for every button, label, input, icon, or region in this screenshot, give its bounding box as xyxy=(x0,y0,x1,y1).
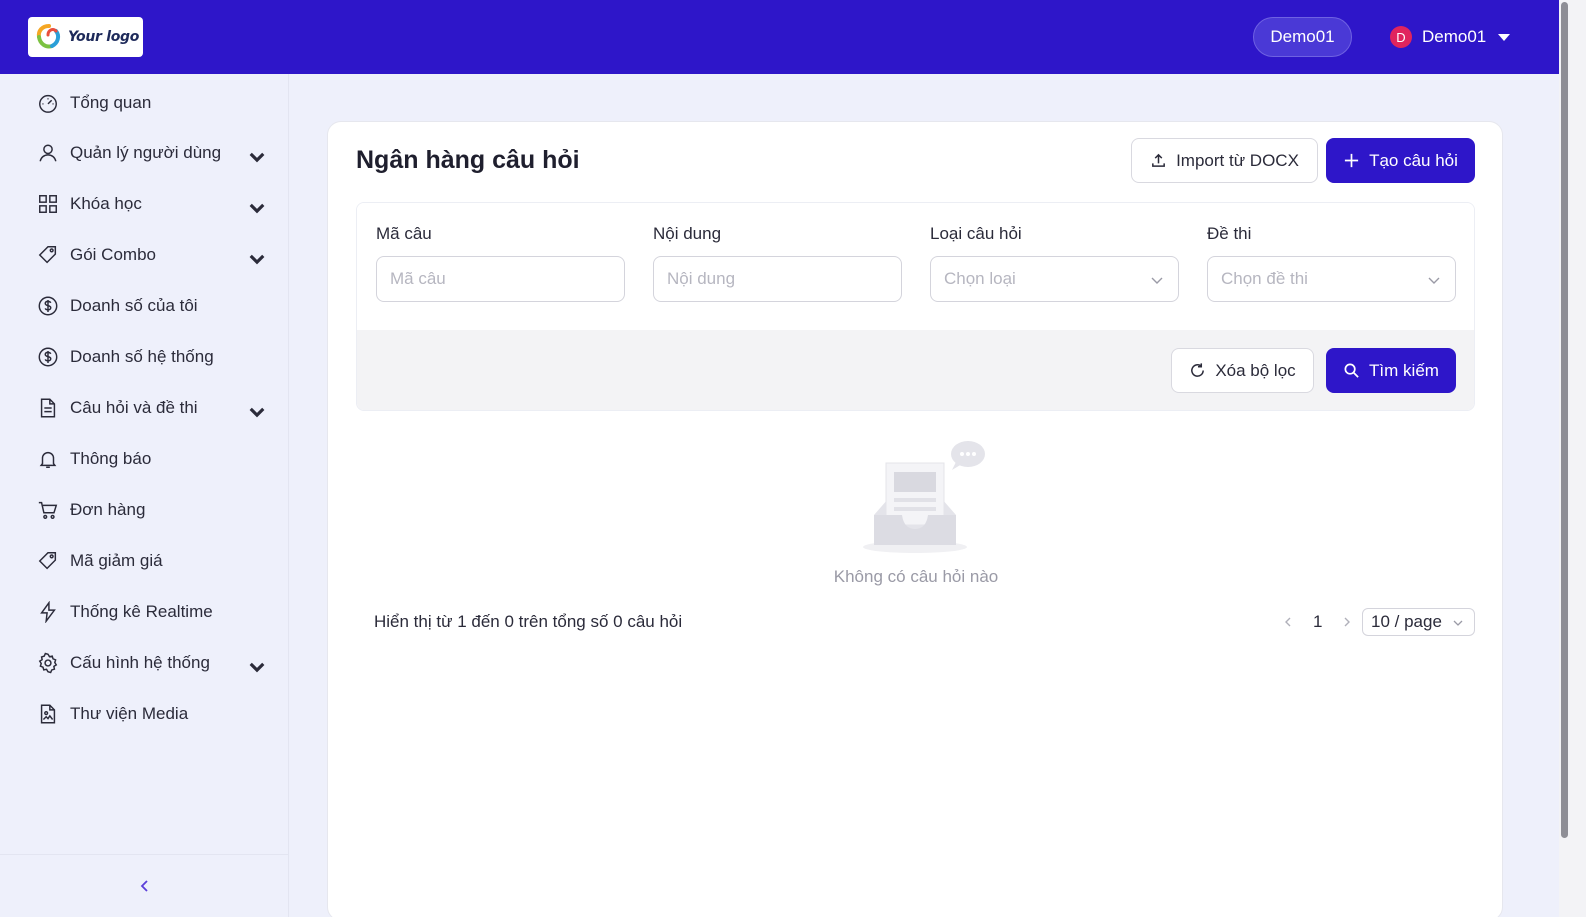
sidebar-item-khoa-hoc[interactable]: Khóa học xyxy=(0,184,289,224)
chevron-down-icon xyxy=(1151,277,1163,284)
question-type-select[interactable]: Chọn loại xyxy=(930,256,1179,302)
refresh-icon xyxy=(1191,363,1205,377)
sidebar-item-cau-hoi-va-de-thi[interactable]: Câu hỏi và đề thi xyxy=(0,388,289,428)
chevron-down-icon xyxy=(1453,620,1463,626)
pagination: 1 xyxy=(1281,608,1354,636)
dollar-icon xyxy=(38,296,58,316)
logo[interactable]: Your logo xyxy=(28,17,143,57)
user-menu[interactable]: D Demo01 xyxy=(1390,24,1511,50)
filter-panel: Mã câu Mã câu Nội dung Nội dung Loại câu… xyxy=(356,202,1475,411)
sidebar-item-tong-quan[interactable]: Tổng quan xyxy=(0,83,289,123)
sidebar-item-label: Thống kê Realtime xyxy=(70,602,213,621)
question-bank-card: Ngân hàng câu hỏi Import từ DOCX Tạo câu… xyxy=(327,121,1503,917)
page-title: Ngân hàng câu hỏi xyxy=(356,146,580,174)
sidebar-item-don-hang[interactable]: Đơn hàng xyxy=(0,490,289,530)
sidebar-item-label: Mã giảm giá xyxy=(70,551,163,570)
search-label: Tìm kiếm xyxy=(1369,360,1439,380)
avatar: D xyxy=(1390,26,1412,48)
sidebar-item-doanh-so-cua-toi[interactable]: Doanh số của tôi xyxy=(0,286,289,326)
exam-label: Đề thi xyxy=(1207,224,1252,243)
sidebar-item-cau-hinh-he-thong[interactable]: Cấu hình hệ thống xyxy=(0,643,289,683)
sidebar-item-label: Doanh số của tôi xyxy=(70,296,198,315)
image-file-icon xyxy=(40,704,56,724)
sidebar-item-label: Gói Combo xyxy=(70,245,156,264)
scrollbar[interactable] xyxy=(1559,0,1586,917)
page-size-select[interactable]: 10 / page xyxy=(1362,608,1475,636)
dollar-icon xyxy=(38,347,58,367)
sidebar-item-label: Doanh số hệ thống xyxy=(70,347,214,366)
user-icon xyxy=(39,144,57,162)
chevron-down-icon xyxy=(1428,277,1440,284)
gear-icon xyxy=(38,652,58,674)
create-question-button[interactable]: Tạo câu hỏi xyxy=(1326,138,1475,183)
header-pill-button[interactable]: Demo01 xyxy=(1253,17,1352,57)
code-placeholder: Mã câu xyxy=(390,269,446,288)
sidebar-item-doanh-so-he-thong[interactable]: Doanh số hệ thống xyxy=(0,337,289,377)
next-page-icon[interactable] xyxy=(1340,615,1354,629)
document-icon xyxy=(40,398,56,418)
sidebar-item-label: Đơn hàng xyxy=(70,500,146,519)
grid-icon xyxy=(39,195,57,213)
sidebar-item-label: Câu hỏi và đề thi xyxy=(70,398,198,417)
filter-actions: Xóa bộ lọc Tìm kiếm xyxy=(357,330,1474,410)
top-header: Your logo Demo01 D Demo01 xyxy=(0,0,1559,74)
sidebar-item-thu-vien-media[interactable]: Thư viện Media xyxy=(0,694,289,734)
content-label: Nội dung xyxy=(653,224,722,243)
question-type-label: Loại câu hỏi xyxy=(930,224,1022,243)
sidebar-item-label: Khóa học xyxy=(70,194,142,213)
dashboard-icon xyxy=(39,94,57,113)
logo-text: Your logo xyxy=(68,29,140,45)
sidebar-item-label: Thư viện Media xyxy=(70,704,189,723)
logo-swirl-icon xyxy=(36,24,61,49)
exam-placeholder: Chọn đề thi xyxy=(1221,269,1308,288)
plus-icon xyxy=(1344,153,1359,168)
question-type-placeholder: Chọn loại xyxy=(944,269,1016,288)
cart-icon xyxy=(38,501,58,519)
sidebar-item-thong-bao[interactable]: Thông báo xyxy=(0,439,289,479)
sidebar-item-label: Thông báo xyxy=(70,449,152,468)
create-question-label: Tạo câu hỏi xyxy=(1369,150,1458,170)
code-label: Mã câu xyxy=(376,224,432,243)
user-name: Demo01 xyxy=(1422,27,1487,46)
prev-page-icon[interactable] xyxy=(1281,615,1295,629)
upload-icon xyxy=(1152,153,1166,167)
search-icon xyxy=(1344,363,1359,378)
empty-message: Không có câu hỏi nào xyxy=(833,567,999,586)
sidebar-item-label: Cấu hình hệ thống xyxy=(70,653,210,672)
sidebar-item-thong-ke-realtime[interactable]: Thống kê Realtime xyxy=(0,592,289,632)
chevron-left-icon xyxy=(140,880,148,892)
lightning-icon xyxy=(40,601,56,623)
import-docx-label: Import từ DOCX xyxy=(1176,150,1299,170)
sidebar: Tổng quan Quản lý người dùng Khóa học Gó… xyxy=(0,74,289,917)
chevron-down-icon xyxy=(249,203,265,214)
sidebar-item-goi-combo[interactable]: Gói Combo xyxy=(0,235,289,275)
page-size-value: 10 / page xyxy=(1371,612,1442,631)
chevron-down-icon xyxy=(249,152,265,163)
bell-icon xyxy=(39,451,57,468)
content-input[interactable]: Nội dung xyxy=(653,256,902,302)
clear-filter-label: Xóa bộ lọc xyxy=(1215,360,1296,380)
search-button[interactable]: Tìm kiếm xyxy=(1326,348,1456,393)
chevron-down-icon xyxy=(249,407,265,418)
current-page[interactable]: 1 xyxy=(1313,612,1322,632)
sidebar-item-ma-giam-gia[interactable]: Mã giảm giá xyxy=(0,541,289,581)
chevron-down-icon xyxy=(249,254,265,265)
chevron-down-icon xyxy=(249,662,265,673)
sidebar-collapse-button[interactable] xyxy=(0,854,289,917)
sidebar-item-quan-ly-nguoi-dung[interactable]: Quản lý người dùng xyxy=(0,133,289,173)
exam-select[interactable]: Chọn đề thi xyxy=(1207,256,1456,302)
import-docx-button[interactable]: Import từ DOCX xyxy=(1131,138,1318,183)
scrollbar-thumb[interactable] xyxy=(1561,2,1568,838)
sidebar-item-label: Quản lý người dùng xyxy=(70,143,222,162)
tag-icon xyxy=(38,246,57,264)
clear-filter-button[interactable]: Xóa bộ lọc xyxy=(1171,348,1314,393)
empty-inbox-icon xyxy=(863,441,985,553)
filter-fields: Mã câu Mã câu Nội dung Nội dung Loại câu… xyxy=(357,203,1474,330)
sidebar-item-label: Tổng quan xyxy=(70,93,152,112)
code-input[interactable]: Mã câu xyxy=(376,256,625,302)
results-summary: Hiển thị từ 1 đến 0 trên tổng số 0 câu h… xyxy=(374,612,683,631)
caret-down-icon xyxy=(1498,33,1511,41)
tag-icon xyxy=(38,552,57,570)
content-placeholder: Nội dung xyxy=(667,269,736,288)
